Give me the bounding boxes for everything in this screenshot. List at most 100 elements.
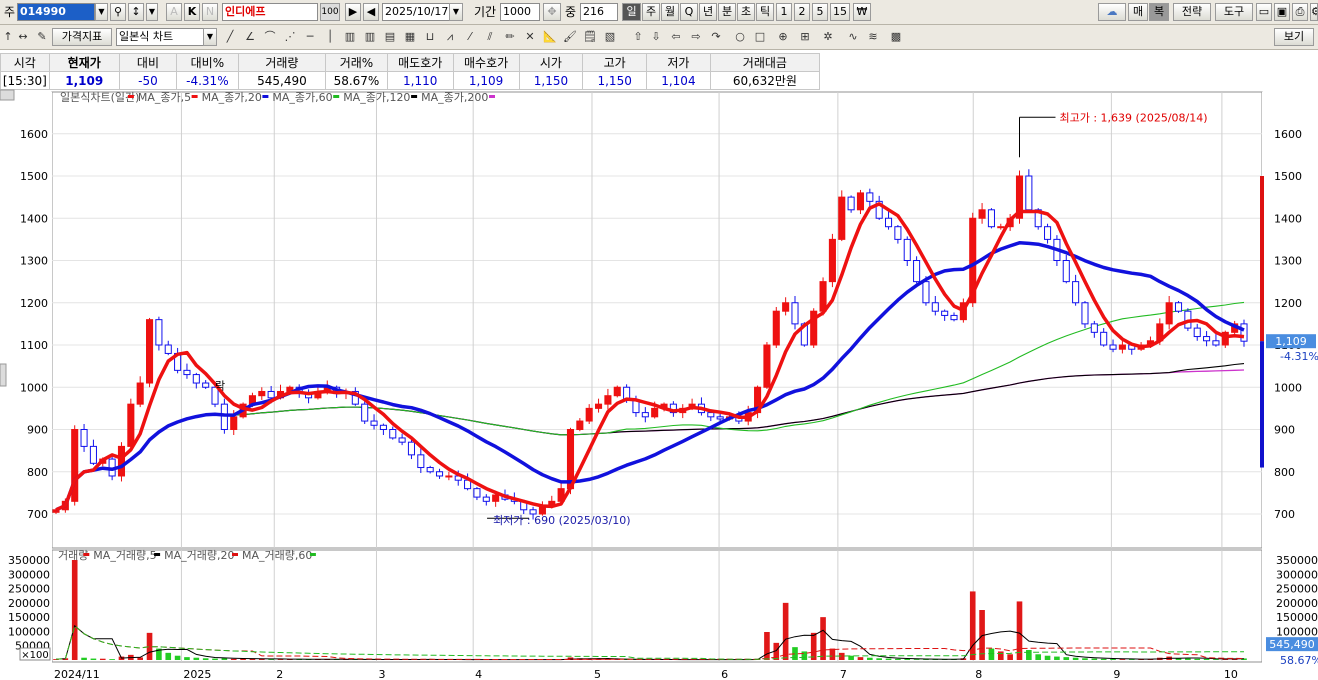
candle-body [828,238,836,283]
price-tick-label-left: 1100 [20,339,48,352]
legend-price-title: 일본식차트(일간) [60,90,139,104]
last-volume-label: 545,490 [1269,638,1315,651]
volume-bar [165,652,172,660]
volume-bar [1007,654,1013,660]
candle-body [183,369,191,376]
price-tick-label-left: 900 [27,424,48,437]
volume-bar [1203,659,1210,660]
candle-body [1203,336,1211,342]
price-tick-label-left: 1200 [20,297,48,310]
candle-body [1081,302,1089,325]
candle-body [931,302,939,312]
volume-tick-label-left: 100000 [8,625,50,638]
volume-bar [99,658,106,660]
candle-body [716,416,724,420]
legend-ma20: MA_종가,20 [202,91,262,104]
x-tick-label: 10 [1224,668,1238,680]
candle-body [1174,302,1183,312]
x-tick-label: 4 [475,668,482,680]
price-tick-label-right: 1000 [1274,381,1302,394]
volume-tick-label-right: 300000 [1276,568,1318,581]
volume-tick-label-right: 250000 [1276,583,1318,596]
volume-tick-label-right: 150000 [1276,611,1318,624]
volume-bar [1026,650,1032,660]
candle-body [146,319,154,384]
volume-bar [212,658,218,660]
candle-body [987,209,995,228]
price-tick-label-right: 1400 [1274,212,1302,225]
candle-body [604,395,612,405]
last-price-pct: -4.31% [1280,350,1318,363]
volume-bar [146,632,153,660]
price-tick-label-right: 1600 [1274,128,1302,141]
price-tick-label-left: 1600 [20,128,48,141]
candle-body [950,314,958,321]
volume-bar [71,560,78,660]
candle-body [426,467,434,473]
volume-bar [764,632,770,660]
volume-tick-label-right: 350000 [1276,554,1318,567]
volume-bar [1044,655,1051,660]
candle-body [894,226,902,240]
candle-body [1109,344,1117,350]
candle-body [192,374,200,384]
price-volume-chart[interactable]: 7007008008009009001000100011001100120012… [0,0,1318,680]
price-tick-label-right: 1500 [1274,170,1302,183]
candle-body [202,382,210,388]
lock-marker-label: 락 [215,379,225,392]
candle-body [651,407,659,418]
volume-bar [829,648,836,660]
volume-tick-label-right: 200000 [1276,597,1318,610]
x-tick-label: 5 [594,668,601,680]
legend-ma20-swatch [262,95,269,98]
volume-bar [184,657,190,660]
legend-price-title-swatch [127,95,134,98]
candle-body [1025,175,1033,211]
high-annotation: 최고가 : 1,639 (2025/08/14) [1059,111,1207,124]
candle-body [922,281,930,304]
last-price-label: 1,109 [1275,335,1307,348]
legend-volume-ma60-swatch [309,553,316,556]
volume-bar [1072,657,1079,660]
price-tick-label-right: 800 [1274,466,1295,479]
candle-body [641,412,649,418]
legend-volume-ma20-swatch [232,553,238,556]
legend-ma120-swatch [411,95,418,98]
volume-bar [193,657,200,660]
volume-bar [1110,659,1116,660]
legend-ma5: MA_종가,5 [138,91,191,104]
price-panel [51,91,1263,549]
volume-bar [109,659,115,660]
legend-ma120: MA_종가,120 [343,91,410,104]
volume-panel [51,549,1263,663]
candle-body [473,488,481,498]
candle-body [595,403,603,409]
legend-volume-ma5-swatch [154,553,161,556]
price-tick-label-right: 1300 [1274,255,1302,268]
legend-ma200-swatch [489,95,495,98]
candle-body [361,403,369,422]
candle-body [772,310,780,346]
candle-body [903,238,911,261]
candle-body [941,310,949,316]
candle-body [89,445,97,464]
candle-body [164,344,172,354]
x-tick-label: 2 [276,668,283,680]
candle-body [782,302,790,312]
volume-bar [202,658,209,660]
candle-body [847,196,855,211]
volume-tick-label-left: 200000 [8,597,50,610]
volume-bar [810,632,817,660]
volume-bar [1054,656,1060,660]
legend-volume-ma20: MA_거래량,20 [164,549,234,562]
candle-body [482,496,490,502]
volume-bar [867,657,873,660]
volume-bar [1035,654,1042,660]
side-collapse-button[interactable] [0,363,7,387]
panel-toggle-button[interactable] [0,89,15,101]
x-tick-label: 3 [378,668,385,680]
x-tick-label: 8 [975,668,982,680]
legend-ma5-swatch [191,95,198,98]
volume-bar [90,658,97,660]
candle-body [1100,331,1108,346]
